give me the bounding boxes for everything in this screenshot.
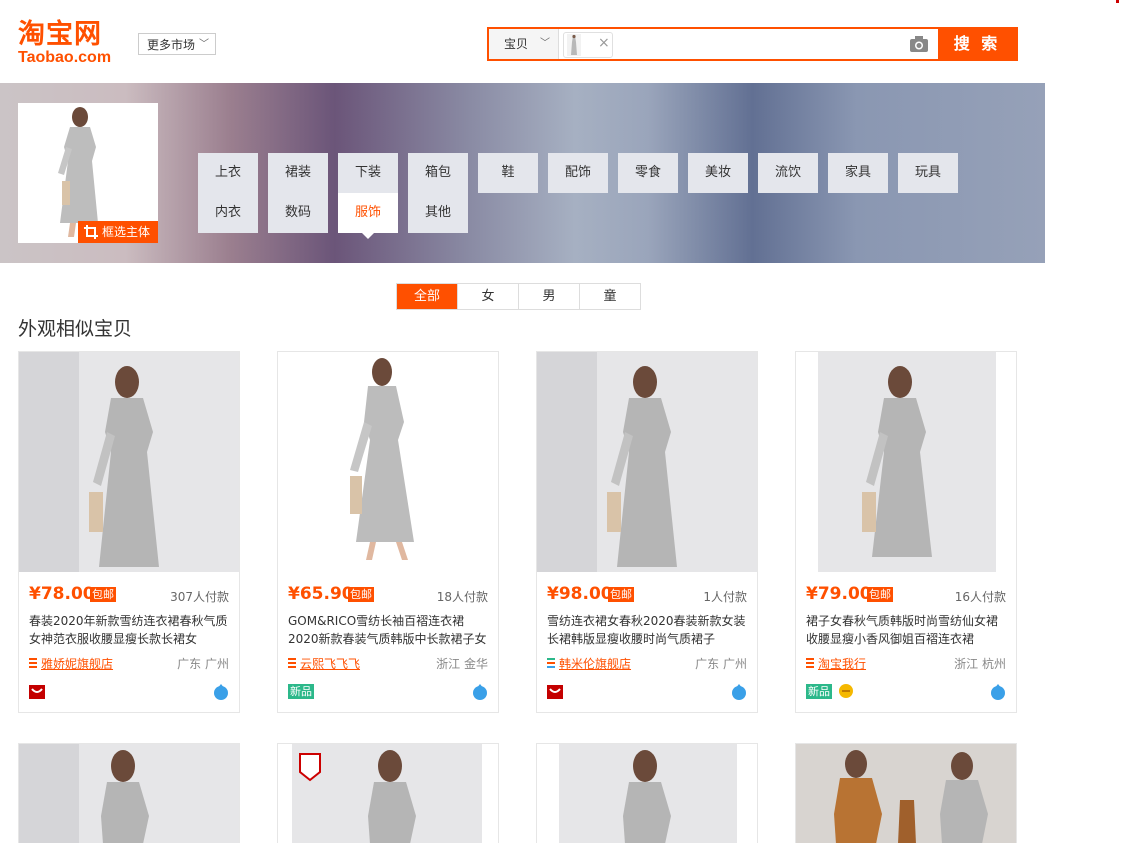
- category-dresses[interactable]: 裙装: [268, 153, 328, 193]
- free-shipping-badge: 包邮: [608, 587, 634, 602]
- category-tops[interactable]: 上衣: [198, 153, 258, 193]
- tab-male[interactable]: 男: [519, 284, 580, 309]
- select-subject-button[interactable]: 框选主体: [78, 221, 158, 243]
- product-price: ¥65.90: [288, 584, 354, 604]
- search-image-chip[interactable]: ×: [563, 32, 613, 58]
- product-image[interactable]: [796, 352, 1016, 572]
- category-bags[interactable]: 箱包: [408, 153, 468, 193]
- wangwang-icon[interactable]: [213, 684, 229, 700]
- product-title[interactable]: 雪纺连衣裙女春秋2020春装新款女装长裙韩版显瘦收腰时尚气质裙子: [547, 612, 749, 648]
- sales-count: 307人付款: [170, 590, 229, 604]
- category-snacks[interactable]: 零食: [618, 153, 678, 193]
- wangwang-icon[interactable]: [990, 684, 1006, 700]
- crop-icon: [84, 225, 98, 239]
- wangwang-icon[interactable]: [472, 684, 488, 700]
- product-card[interactable]: ¥65.90 包邮 18人付款 GOM&RICO雪纺长袖百褶连衣裙2020新款春…: [277, 351, 499, 713]
- product-title[interactable]: 裙子女春秋气质韩版时尚雪纺仙女裙收腰显瘦小香风御姐百褶连衣裙: [806, 612, 1008, 648]
- gender-filter: 全部 女 男 童: [396, 283, 641, 310]
- shop-link[interactable]: 雅娇妮旗舰店: [41, 655, 113, 672]
- category-bottoms[interactable]: 下装: [338, 153, 398, 193]
- logo-en-text: Taobao.com: [18, 49, 112, 66]
- shop-link[interactable]: 韩米伦旗舰店: [559, 655, 631, 672]
- chevron-down-icon: ﹀: [199, 39, 209, 50]
- tab-female[interactable]: 女: [458, 284, 519, 309]
- product-card[interactable]: [795, 743, 1017, 843]
- camera-icon[interactable]: [909, 35, 929, 53]
- sales-count: 18人付款: [436, 590, 488, 604]
- product-photo: [278, 744, 498, 843]
- category-apparel[interactable]: 服饰: [338, 193, 398, 239]
- sales-count: 1人付款: [703, 590, 747, 604]
- product-photo: [278, 352, 498, 572]
- free-shipping-badge: 包邮: [90, 587, 116, 602]
- category-beauty[interactable]: 美妆: [688, 153, 748, 193]
- product-title[interactable]: 春装2020年新款雪纺连衣裙春秋气质女神范衣服收腰显瘦长款长裙女: [29, 612, 231, 648]
- more-market-dropdown[interactable]: 更多市场 ﹀: [138, 33, 216, 55]
- category-underwear[interactable]: 内衣: [198, 193, 258, 233]
- product-card[interactable]: ¥78.00 包邮 307人付款 春装2020年新款雪纺连衣裙春秋气质女神范衣服…: [18, 351, 240, 713]
- category-drinks[interactable]: 流饮: [758, 153, 818, 193]
- product-card[interactable]: [18, 743, 240, 843]
- product-card[interactable]: ¥98.00 包邮 1人付款 雪纺连衣裙女春秋2020春装新款女装长裙韩版显瘦收…: [536, 351, 758, 713]
- search-category-label: 宝贝: [504, 37, 529, 51]
- remove-image-icon[interactable]: ×: [598, 35, 610, 51]
- shop-icon: [288, 658, 296, 668]
- tmall-icon: [29, 685, 45, 699]
- product-card[interactable]: [277, 743, 499, 843]
- shop-location: 广东 广州: [177, 657, 229, 671]
- new-product-tag: 新品: [288, 684, 314, 699]
- product-image[interactable]: [19, 352, 239, 572]
- shop-icon: [29, 658, 37, 668]
- product-price: ¥78.00: [29, 584, 95, 604]
- category-shoes[interactable]: 鞋: [478, 153, 538, 193]
- tab-all[interactable]: 全部: [397, 284, 458, 309]
- product-photo: [796, 744, 1016, 843]
- product-card[interactable]: [536, 743, 758, 843]
- wangwang-icon[interactable]: [731, 684, 747, 700]
- product-photo: [19, 744, 239, 843]
- product-title[interactable]: GOM&RICO雪纺长袖百褶连衣裙2020新款春装气质韩版中长款裙子女: [288, 612, 490, 648]
- new-product-tag: 新品: [806, 684, 832, 699]
- section-title: 外观相似宝贝: [18, 318, 133, 340]
- shop-link[interactable]: 云熙飞飞飞: [300, 655, 360, 672]
- chevron-down-icon: ﹀: [540, 38, 550, 49]
- taobao-logo[interactable]: 淘宝网 Taobao.com: [18, 20, 128, 66]
- product-card[interactable]: ¥79.00 包邮 16人付款 裙子女春秋气质韩版时尚雪纺仙女裙收腰显瘦小香风御…: [795, 351, 1017, 713]
- category-other[interactable]: 其他: [408, 193, 468, 233]
- select-subject-label: 框选主体: [102, 225, 151, 239]
- category-furniture[interactable]: 家具: [828, 153, 888, 193]
- shop-location: 浙江 杭州: [954, 657, 1006, 671]
- tmall-icon: [547, 685, 563, 699]
- product-photo: [19, 352, 239, 572]
- free-shipping-badge: 包邮: [867, 587, 893, 602]
- product-photo: [537, 744, 757, 843]
- product-photo: [796, 352, 1016, 572]
- gold-seller-icon: [839, 684, 853, 698]
- more-market-label: 更多市场: [147, 38, 196, 52]
- free-shipping-badge: 包邮: [348, 587, 374, 602]
- category-digital[interactable]: 数码: [268, 193, 328, 233]
- tab-kids[interactable]: 童: [580, 284, 640, 309]
- shop-location: 浙江 金华: [436, 657, 488, 671]
- product-image[interactable]: [537, 352, 757, 572]
- shop-icon: [806, 658, 814, 668]
- shop-icon: [547, 658, 555, 668]
- search-category-select[interactable]: 宝贝 ﹀: [489, 29, 559, 59]
- logo-cn-text: 淘宝网: [18, 19, 102, 50]
- shop-location: 广东 广州: [695, 657, 747, 671]
- category-toys[interactable]: 玩具: [898, 153, 958, 193]
- category-accessories[interactable]: 配饰: [548, 153, 608, 193]
- product-photo: [537, 352, 757, 572]
- corner-marker: [1116, 0, 1119, 3]
- query-image-thumbnail: [567, 34, 581, 56]
- product-image[interactable]: [278, 352, 498, 572]
- shop-link[interactable]: 淘宝我行: [818, 655, 866, 672]
- sales-count: 16人付款: [954, 590, 1006, 604]
- product-price: ¥98.00: [547, 584, 613, 604]
- product-price: ¥79.00: [806, 584, 872, 604]
- search-button[interactable]: 搜 索: [938, 29, 1016, 59]
- search-bar[interactable]: 宝贝 ﹀ × 搜 索: [487, 27, 1018, 61]
